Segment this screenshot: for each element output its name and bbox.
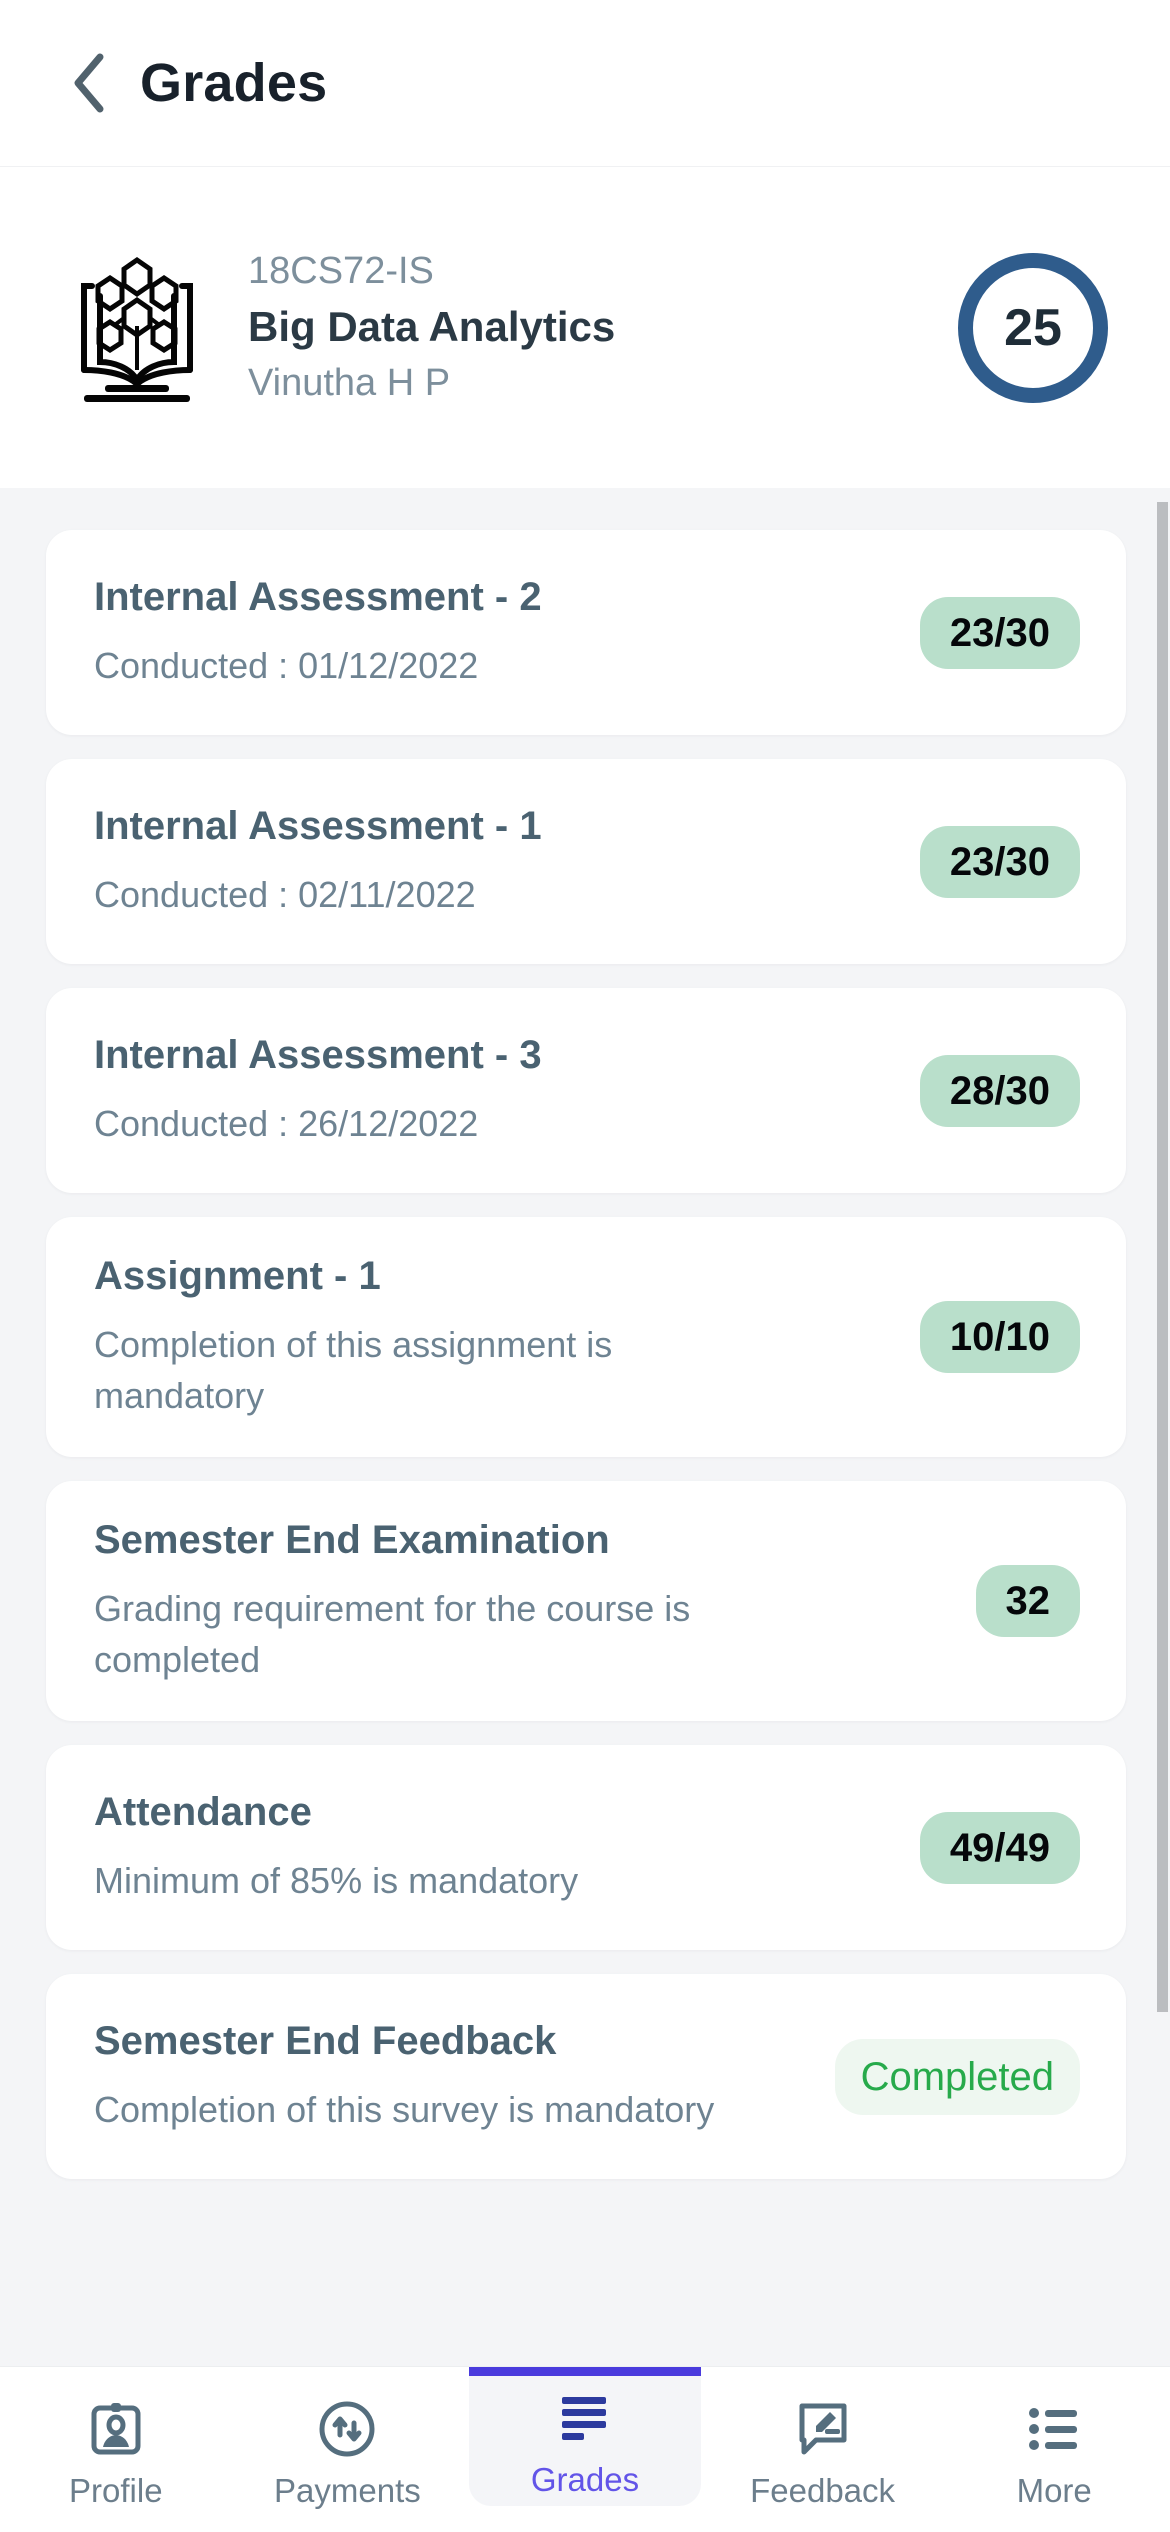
nav-item-feedback[interactable]: Feedback bbox=[707, 2367, 939, 2532]
total-score-badge: 25 bbox=[958, 252, 1108, 403]
grade-card[interactable]: Attendance Minimum of 85% is mandatory 49/… bbox=[46, 1745, 1126, 1951]
grade-card[interactable]: Internal Assessment - 1 Conducted : 02/11… bbox=[46, 759, 1126, 964]
scrollbar[interactable] bbox=[1156, 494, 1170, 2366]
grade-card-title: Internal Assessment - 3 bbox=[94, 1032, 542, 1077]
grade-card-title: Internal Assessment - 1 bbox=[94, 803, 542, 848]
grade-card-text: Semester End Feedback Completion of this … bbox=[94, 2018, 811, 2135]
comment-edit-icon bbox=[792, 2398, 854, 2460]
grade-card-text: Internal Assessment - 1 Conducted : 02/11… bbox=[94, 803, 866, 920]
status-badge: Completed bbox=[834, 2038, 1080, 2115]
grade-badge-wrap: Completed bbox=[834, 2038, 1080, 2115]
grade-card-subtitle: Minimum of 85% is mandatory bbox=[94, 1860, 579, 1902]
book-data-analytics-icon bbox=[58, 248, 216, 408]
nav-item-label: Grades bbox=[530, 2460, 640, 2498]
grade-badge-wrap: 10/10 bbox=[890, 1301, 1080, 1374]
grade-card-text: Internal Assessment - 3 Conducted : 26/12… bbox=[94, 1032, 866, 1149]
grade-card-title: Internal Assessment - 2 bbox=[94, 574, 542, 619]
grade-card-title: Attendance bbox=[94, 1790, 312, 1835]
grade-badge-wrap: 28/30 bbox=[890, 1054, 1080, 1127]
list-bullets-icon bbox=[1023, 2398, 1085, 2460]
nav-item-label: Payments bbox=[274, 2472, 421, 2509]
nav-item-grades[interactable]: Grades bbox=[469, 2367, 701, 2506]
grade-card-subtitle: Conducted : 26/12/2022 bbox=[94, 1102, 479, 1144]
grades-screen: Grades 18CS72-IS Big Data Analytics Vinu… bbox=[0, 0, 1170, 2532]
grades-list-scroll[interactable]: Internal Assessment - 2 Conducted : 01/12… bbox=[0, 488, 1170, 2366]
grade-badge-wrap: 49/49 bbox=[890, 1811, 1080, 1884]
score-badge: 32 bbox=[975, 1565, 1080, 1638]
grade-card-title: Assignment - 1 bbox=[94, 1254, 381, 1298]
grades-lines-icon bbox=[554, 2387, 616, 2449]
grade-card-title: Semester End Examination bbox=[94, 1518, 610, 1563]
app-bar: Grades bbox=[0, 0, 1170, 166]
score-badge: 23/30 bbox=[919, 596, 1080, 669]
grade-card-subtitle: Conducted : 01/12/2022 bbox=[94, 644, 479, 686]
course-code: 18CS72-IS bbox=[248, 249, 434, 292]
course-faculty: Vinutha H P bbox=[248, 361, 451, 404]
id-badge-icon bbox=[85, 2398, 147, 2460]
score-badge: 23/30 bbox=[919, 825, 1080, 898]
grade-card-subtitle: Completion of this assignment is mandato… bbox=[94, 1324, 613, 1417]
grade-card[interactable]: Semester End Feedback Completion of this … bbox=[46, 1974, 1126, 2180]
transfer-circle-icon bbox=[316, 2398, 378, 2460]
score-badge: 28/30 bbox=[919, 1054, 1080, 1127]
grade-card-text: Assignment - 1 Completion of this assignm… bbox=[94, 1253, 866, 1421]
grade-card[interactable]: Internal Assessment - 2 Conducted : 01/12… bbox=[46, 530, 1126, 735]
grade-card[interactable]: Semester End Examination Grading requirem… bbox=[46, 1481, 1126, 1722]
chevron-left-icon bbox=[70, 51, 110, 115]
grade-badge-wrap: 32 bbox=[890, 1565, 1080, 1638]
nav-item-profile[interactable]: Profile bbox=[0, 2367, 232, 2532]
course-name: Big Data Analytics bbox=[248, 303, 616, 351]
nav-item-label: Feedback bbox=[750, 2472, 896, 2509]
nav-item-label: Profile bbox=[69, 2472, 163, 2509]
grade-badge-wrap: 23/30 bbox=[890, 596, 1080, 669]
grade-card-title: Semester End Feedback bbox=[94, 2019, 557, 2064]
grade-card-subtitle: Grading requirement for the course is co… bbox=[94, 1588, 691, 1681]
total-score-value: 25 bbox=[1004, 298, 1062, 357]
back-button[interactable] bbox=[58, 51, 122, 115]
scrollbar-thumb[interactable] bbox=[1157, 502, 1168, 2012]
grade-card[interactable]: Internal Assessment - 3 Conducted : 26/12… bbox=[46, 988, 1126, 1193]
grade-card-text: Attendance Minimum of 85% is mandatory bbox=[94, 1789, 866, 1906]
bottom-navigation: Profile Payments Grades Feedback More bbox=[0, 2366, 1170, 2532]
nav-item-payments[interactable]: Payments bbox=[232, 2367, 464, 2532]
grade-card-text: Internal Assessment - 2 Conducted : 01/12… bbox=[94, 574, 866, 691]
nav-item-more[interactable]: More bbox=[938, 2367, 1170, 2532]
score-badge: 10/10 bbox=[919, 1301, 1080, 1374]
page-title: Grades bbox=[140, 53, 328, 113]
grade-card-subtitle: Completion of this survey is mandatory bbox=[94, 2089, 715, 2131]
grade-card-subtitle: Conducted : 02/11/2022 bbox=[94, 873, 476, 915]
grades-list: Internal Assessment - 2 Conducted : 01/12… bbox=[0, 530, 1170, 2180]
grade-badge-wrap: 23/30 bbox=[890, 825, 1080, 898]
score-badge: 49/49 bbox=[919, 1811, 1080, 1884]
nav-item-label: More bbox=[1016, 2472, 1092, 2509]
grade-card[interactable]: Assignment - 1 Completion of this assignm… bbox=[46, 1217, 1126, 1458]
course-meta: 18CS72-IS Big Data Analytics Vinutha H P bbox=[248, 248, 942, 408]
grade-card-text: Semester End Examination Grading requirem… bbox=[94, 1517, 866, 1685]
course-header: 18CS72-IS Big Data Analytics Vinutha H P… bbox=[0, 166, 1170, 488]
